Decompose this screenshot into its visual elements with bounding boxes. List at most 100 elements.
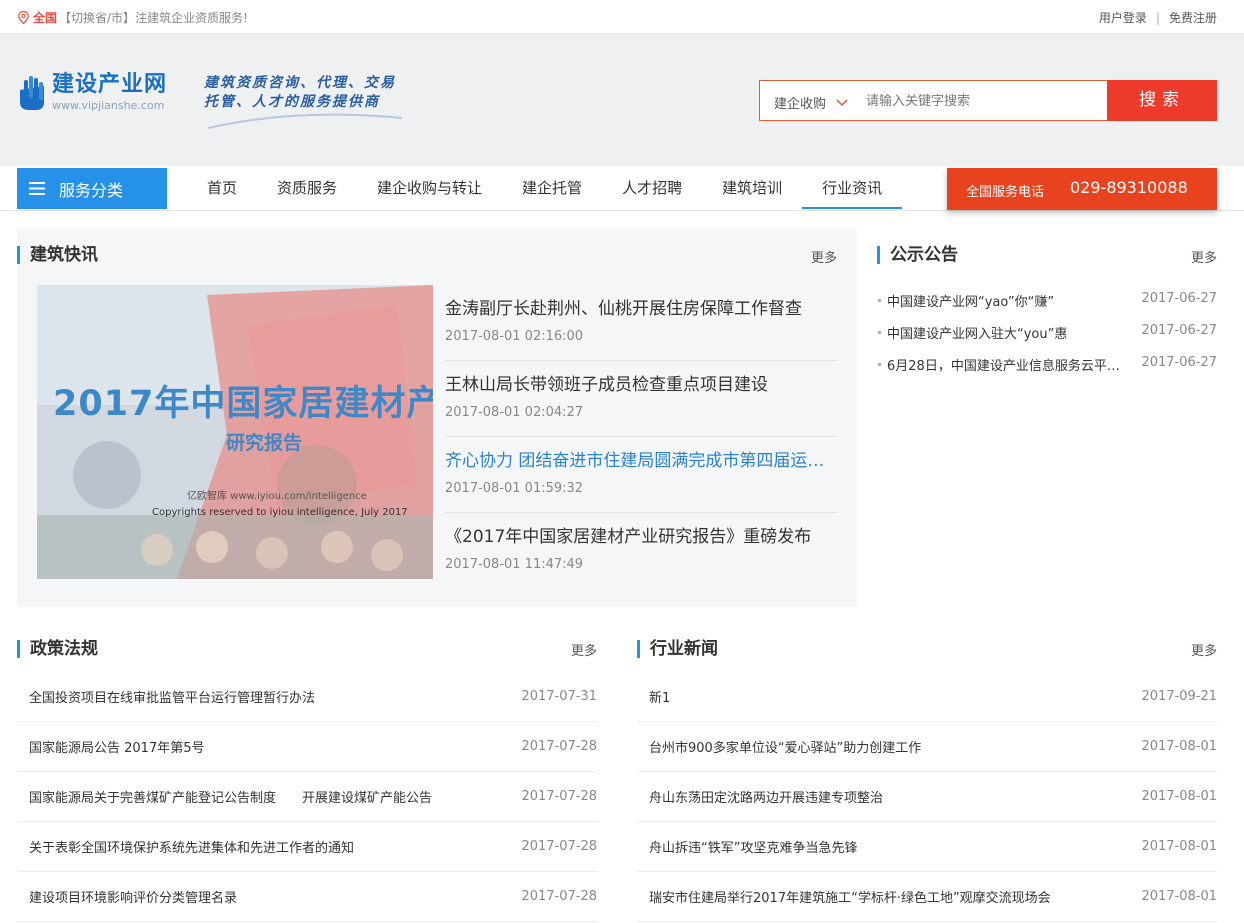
- nav-item-home[interactable]: 首页: [187, 168, 257, 209]
- list-item[interactable]: 国家能源局关于完善煤矿产能登记公告制度 开展建设煤矿产能公告 2017-07-28: [17, 772, 597, 822]
- section-title: 建筑快讯: [17, 246, 98, 264]
- more-link[interactable]: 更多: [571, 640, 597, 659]
- top-tagline: 注建筑企业资质服务!: [135, 11, 248, 25]
- current-region[interactable]: 全国: [33, 9, 57, 26]
- item-title[interactable]: 国家能源局关于完善煤矿产能登记公告制度 开展建设煤矿产能公告: [17, 787, 432, 806]
- item-title[interactable]: 6月28日，中国建设产业信息服务云平台正式上线: [877, 355, 1132, 387]
- item-date: 2017-07-28: [521, 739, 597, 754]
- separator: |: [1155, 11, 1160, 25]
- slogan-line-2: 托管、人才的服务提供商: [204, 94, 380, 110]
- list-item[interactable]: 中国建设产业网“yao”你“赚” 2017-06-27: [877, 291, 1217, 323]
- list-item[interactable]: 中国建设产业网入驻大“you”惠 2017-06-27: [877, 323, 1217, 355]
- news-item[interactable]: 《2017年中国家居建材产业研究报告》重磅发布 2017-08-01 11:47…: [445, 513, 837, 589]
- location-pin-icon: [18, 11, 29, 24]
- news-title[interactable]: 金涛副厅长赴荆州、仙桃开展住房保障工作督查: [445, 294, 837, 319]
- switch-region-link[interactable]: 【切换省/市】: [59, 9, 135, 26]
- list-item[interactable]: 台州市900多家单位设“爱心驿站”助力创建工作 2017-08-01: [637, 722, 1217, 772]
- nav-item-trusteeship[interactable]: 建企托管: [502, 168, 602, 209]
- slogan: 建筑资质咨询、代理、交易 托管、人才的服务提供商: [204, 74, 396, 112]
- item-title[interactable]: 中国建设产业网入驻大“you”惠: [877, 323, 1132, 355]
- item-date: 2017-06-27: [1141, 323, 1217, 338]
- item-date: 2017-08-01: [1141, 839, 1217, 854]
- news-item[interactable]: 王林山局长带领班子成员检查重点项目建设 2017-08-01 02:04:27: [445, 361, 837, 437]
- item-date: 2017-07-28: [521, 789, 597, 804]
- item-date: 2017-06-27: [1141, 355, 1217, 370]
- slogan-swoosh: [207, 113, 403, 129]
- news-item[interactable]: 齐心协力 团结奋进市住建局圆满完成市第四届运动会 2017-08-01 01:5…: [445, 437, 837, 513]
- news-item[interactable]: 金涛副厅长赴荆州、仙桃开展住房保障工作督查 2017-08-01 02:16:0…: [445, 285, 837, 361]
- service-categories-label: 服务分类: [59, 180, 124, 200]
- slogan-line-1: 建筑资质咨询、代理、交易: [204, 75, 396, 91]
- location-switcher[interactable]: 全国 【切换省/市】 注建筑企业资质服务!: [18, 9, 248, 26]
- search-button[interactable]: 搜索: [1107, 80, 1217, 121]
- more-link[interactable]: 更多: [1191, 247, 1217, 266]
- service-phone: 全国服务电话 029-89310088: [947, 168, 1217, 210]
- hand-logo-icon: [20, 76, 44, 110]
- item-title[interactable]: 新1: [637, 687, 670, 706]
- nav-item-training[interactable]: 建筑培训: [702, 168, 802, 209]
- nav-items: 首页 资质服务 建企收购与转让 建企托管 人才招聘 建筑培训 行业资讯: [187, 168, 903, 209]
- item-title[interactable]: 关于表彰全国环境保护系统先进集体和先进工作者的通知: [17, 837, 354, 856]
- account-links: 用户登录 | 免费注册: [1099, 9, 1217, 26]
- item-title[interactable]: 国家能源局公告 2017年第5号: [17, 737, 205, 756]
- item-title[interactable]: 建设项目环境影响评价分类管理名录: [17, 887, 237, 906]
- news-date: 2017-08-01 01:59:32: [445, 481, 584, 496]
- service-categories-button[interactable]: 服务分类: [17, 168, 167, 209]
- industry-news-list: 新1 2017-09-21 台州市900多家单位设“爱心驿站”助力创建工作 2017…: [637, 672, 1217, 922]
- chevron-down-icon: [836, 98, 848, 106]
- section-title: 政策法规: [17, 640, 98, 658]
- item-date: 2017-06-27: [1141, 291, 1217, 306]
- news-date: 2017-08-01 11:47:49: [445, 557, 584, 572]
- news-date: 2017-08-01 02:16:00: [445, 329, 584, 344]
- more-link[interactable]: 更多: [811, 247, 837, 266]
- site-header: 建设产业网 www.vipjianshe.com 建筑资质咨询、代理、交易 托管…: [0, 34, 1244, 166]
- main-nav: 服务分类 首页 资质服务 建企收购与转让 建企托管 人才招聘 建筑培训 行业资讯…: [0, 166, 1244, 211]
- item-date: 2017-09-21: [1141, 689, 1217, 704]
- nav-item-industry-news[interactable]: 行业资讯: [802, 168, 903, 209]
- login-link[interactable]: 用户登录: [1099, 11, 1147, 25]
- list-item[interactable]: 国家能源局公告 2017年第5号 2017-07-28: [17, 722, 597, 772]
- nav-item-recruitment[interactable]: 人才招聘: [602, 168, 702, 209]
- nav-item-acquisition[interactable]: 建企收购与转让: [357, 168, 502, 209]
- list-item[interactable]: 瑞安市住建局举行2017年建筑施工“学标杆·绿色工地”观摩交流现场会 2017-0…: [637, 872, 1217, 922]
- news-title[interactable]: 齐心协力 团结奋进市住建局圆满完成市第四届运动会: [445, 446, 837, 471]
- item-title[interactable]: 舟山拆违“铁军”攻坚克难争当急先锋: [637, 837, 857, 856]
- item-title[interactable]: 全国投资项目在线审批监管平台运行管理暂行办法: [17, 687, 315, 706]
- item-title[interactable]: 中国建设产业网“yao”你“赚”: [877, 291, 1132, 323]
- image-headline: 2017年中国家居建材产: [53, 384, 433, 424]
- list-item[interactable]: 舟山拆违“铁军”攻坚克难争当急先锋 2017-08-01: [637, 822, 1217, 872]
- featured-news-image[interactable]: 2017年中国家居建材产 研究报告 亿欧智库 www.iyiou.com/int…: [37, 285, 433, 579]
- item-date: 2017-08-01: [1141, 739, 1217, 754]
- menu-icon: [29, 182, 45, 195]
- item-date: 2017-07-28: [521, 889, 597, 904]
- image-subheadline: 研究报告: [226, 432, 303, 454]
- list-item[interactable]: 舟山东荡田定沈路两边开展违建专项整治 2017-08-01: [637, 772, 1217, 822]
- item-title[interactable]: 舟山东荡田定沈路两边开展违建专项整治: [637, 787, 883, 806]
- search-bar: 建企收购 搜索: [759, 80, 1217, 121]
- phone-number[interactable]: 029-89310088: [1070, 178, 1188, 197]
- item-title[interactable]: 台州市900多家单位设“爱心驿站”助力创建工作: [637, 737, 921, 756]
- list-item[interactable]: 6月28日，中国建设产业信息服务云平台正式上线 2017-06-27: [877, 355, 1217, 387]
- list-item[interactable]: 新1 2017-09-21: [637, 672, 1217, 722]
- item-date: 2017-07-28: [521, 839, 597, 854]
- news-title[interactable]: 王林山局长带领班子成员检查重点项目建设: [445, 370, 837, 395]
- list-item[interactable]: 关于表彰全国环境保护系统先进集体和先进工作者的通知 2017-07-28: [17, 822, 597, 872]
- express-news-list: 金涛副厅长赴荆州、仙桃开展住房保障工作督查 2017-08-01 02:16:0…: [445, 285, 837, 589]
- news-date: 2017-08-01 02:04:27: [445, 405, 584, 420]
- policy-list: 全国投资项目在线审批监管平台运行管理暂行办法 2017-07-31 国家能源局公告…: [17, 672, 597, 922]
- search-category-select[interactable]: 建企收购: [774, 93, 848, 112]
- search-input[interactable]: [866, 91, 1096, 111]
- site-logo[interactable]: 建设产业网 www.vipjianshe.com: [16, 72, 167, 112]
- phone-label: 全国服务电话: [966, 185, 1045, 200]
- list-item[interactable]: 全国投资项目在线审批监管平台运行管理暂行办法 2017-07-31: [17, 672, 597, 722]
- item-date: 2017-08-01: [1141, 889, 1217, 904]
- item-title[interactable]: 瑞安市住建局举行2017年建筑施工“学标杆·绿色工地”观摩交流现场会: [637, 887, 1051, 906]
- news-title[interactable]: 《2017年中国家居建材产业研究报告》重磅发布: [445, 522, 837, 547]
- top-bar: 全国 【切换省/市】 注建筑企业资质服务! 用户登录 | 免费注册: [0, 0, 1244, 34]
- nav-item-qualification[interactable]: 资质服务: [257, 168, 357, 209]
- section-title: 公示公告: [877, 246, 958, 264]
- list-item[interactable]: 建设项目环境影响评价分类管理名录 2017-07-28: [17, 872, 597, 922]
- register-link[interactable]: 免费注册: [1169, 11, 1217, 25]
- more-link[interactable]: 更多: [1191, 640, 1217, 659]
- image-credit: 亿欧智库 www.iyiou.com/intelligence: [187, 491, 367, 502]
